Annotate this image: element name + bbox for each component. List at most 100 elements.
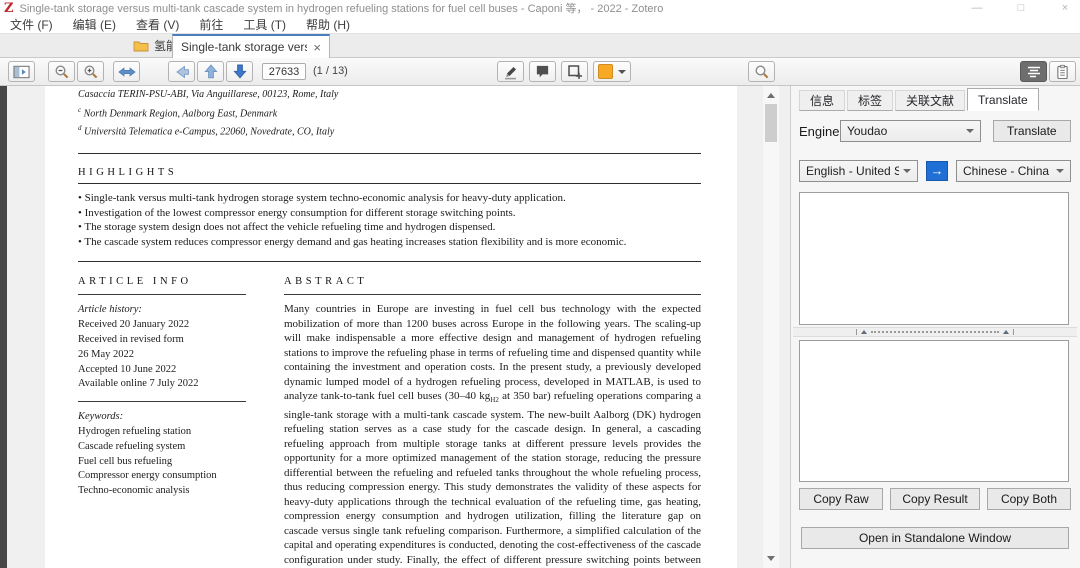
zoom-out-button[interactable] bbox=[48, 61, 75, 82]
tab-close-icon[interactable]: × bbox=[313, 40, 321, 55]
article-info-heading: ARTICLE INFO bbox=[78, 275, 246, 290]
annotation-color-button[interactable] bbox=[593, 61, 631, 82]
raw-text-area[interactable] bbox=[799, 192, 1069, 325]
highlight-bullet: The cascade system reduces compressor en… bbox=[78, 235, 701, 250]
menu-go[interactable]: 前往 bbox=[189, 16, 233, 33]
tab-tags[interactable]: 标签 bbox=[847, 90, 893, 111]
pdf-page: Casaccia TERIN-PSU-ABI, Via Anguillarese… bbox=[45, 86, 737, 568]
main-content: Casaccia TERIN-PSU-ABI, Via Anguillarese… bbox=[0, 86, 1080, 568]
highlight-bullet: Single-tank versus multi-tank hydrogen s… bbox=[78, 191, 701, 206]
result-text-area[interactable] bbox=[799, 340, 1069, 482]
page-status: (1 / 13) bbox=[313, 65, 348, 77]
context-pane-toggle-button[interactable] bbox=[1049, 61, 1076, 82]
highlight-bullet: The storage system design does not affec… bbox=[78, 220, 701, 235]
toggle-sidebar-button[interactable] bbox=[8, 61, 35, 82]
previous-page-button[interactable] bbox=[197, 61, 224, 82]
zoom-out-icon bbox=[54, 64, 70, 80]
abstract-text: Many countries in Europe are investing i… bbox=[284, 302, 701, 568]
article-info-column: ARTICLE INFO Article history: Received 2… bbox=[78, 275, 246, 568]
keyword-line: Cascade refueling system bbox=[78, 440, 246, 455]
tab-info[interactable]: 信息 bbox=[799, 90, 845, 111]
note-tool-button[interactable] bbox=[529, 61, 556, 82]
zoom-in-icon bbox=[83, 64, 99, 80]
scroll-up-button[interactable] bbox=[763, 88, 779, 103]
zoom-page-width-button[interactable] bbox=[113, 61, 140, 82]
title-bar: Z Single-tank storage versus multi-tank … bbox=[0, 0, 1080, 16]
source-language-value: English - United St... bbox=[806, 164, 899, 178]
divider bbox=[78, 153, 701, 154]
menu-view[interactable]: 查看 (V) bbox=[126, 16, 189, 33]
tab-reader-label: Single-tank storage vers... bbox=[181, 40, 307, 54]
context-panel-tabs: 信息 标签 关联文献 Translate bbox=[799, 88, 1041, 111]
tab-translate[interactable]: Translate bbox=[967, 88, 1039, 111]
menu-file[interactable]: 文件 (F) bbox=[0, 16, 63, 33]
zotero-logo-icon: Z bbox=[4, 2, 14, 15]
keyword-line: Fuel cell bus refueling bbox=[78, 455, 246, 470]
close-button[interactable]: × bbox=[1058, 2, 1072, 14]
triangle-up-icon bbox=[767, 93, 775, 98]
search-icon bbox=[754, 64, 770, 80]
zoom-in-button[interactable] bbox=[77, 61, 104, 82]
keyword-line: Compressor energy consumption bbox=[78, 469, 246, 484]
divider bbox=[78, 261, 701, 262]
minimize-button[interactable]: — bbox=[970, 2, 984, 14]
clipboard-icon bbox=[1056, 64, 1069, 80]
engine-select-value: Youdao bbox=[847, 124, 962, 138]
history-line: Available online 7 July 2022 bbox=[78, 377, 246, 392]
annotations-list-icon bbox=[1026, 66, 1042, 78]
arrow-up-icon bbox=[204, 64, 218, 79]
open-standalone-window-button[interactable]: Open in Standalone Window bbox=[801, 527, 1069, 549]
menu-tools[interactable]: 工具 (T) bbox=[233, 16, 296, 33]
panel-splitter[interactable] bbox=[793, 327, 1077, 337]
divider bbox=[284, 294, 701, 295]
tab-related[interactable]: 关联文献 bbox=[895, 90, 965, 111]
next-page-button[interactable] bbox=[226, 61, 253, 82]
history-line: Received 20 January 2022 bbox=[78, 318, 246, 333]
translate-button[interactable]: Translate bbox=[993, 120, 1071, 142]
divider bbox=[78, 294, 246, 295]
scroll-down-button[interactable] bbox=[763, 551, 779, 566]
pdf-scrollbar[interactable] bbox=[763, 86, 779, 568]
copy-both-button[interactable]: Copy Both bbox=[987, 488, 1071, 510]
keyword-line: Techno-economic analysis bbox=[78, 484, 246, 499]
tab-reader[interactable]: Single-tank storage vers... × bbox=[172, 34, 330, 58]
history-line: Received in revised form bbox=[78, 333, 246, 348]
chevron-down-icon bbox=[966, 129, 974, 133]
target-language-select[interactable]: Chinese - China bbox=[956, 160, 1071, 182]
divider bbox=[78, 183, 701, 184]
chevron-down-icon bbox=[1056, 169, 1064, 173]
splitter-grip-icon bbox=[856, 329, 1014, 335]
engine-label: Engine bbox=[799, 124, 840, 139]
engine-row: Engine Youdao Translate bbox=[799, 120, 1071, 142]
affiliation-line: d Università Telematica e-Campus, 22060,… bbox=[78, 121, 701, 140]
area-select-tool-button[interactable] bbox=[561, 61, 588, 82]
context-panel: 信息 标签 关联文献 Translate Engine Youdao Trans… bbox=[790, 86, 1080, 568]
navigate-back-button[interactable] bbox=[168, 61, 195, 82]
highlight-tool-button[interactable] bbox=[497, 61, 524, 82]
maximize-button[interactable]: □ bbox=[1014, 2, 1028, 14]
target-language-value: Chinese - China bbox=[963, 164, 1052, 178]
sidebar-panel-icon bbox=[13, 65, 30, 79]
color-swatch-yellow bbox=[598, 64, 613, 79]
find-in-document-button[interactable] bbox=[748, 61, 775, 82]
abstract-heading: ABSTRACT bbox=[284, 275, 701, 290]
keywords-label: Keywords: bbox=[78, 410, 246, 425]
engine-select[interactable]: Youdao bbox=[840, 120, 981, 142]
history-line: 26 May 2022 bbox=[78, 348, 246, 363]
copy-result-button[interactable]: Copy Result bbox=[890, 488, 980, 510]
article-history-label: Article history: bbox=[78, 303, 246, 318]
pdf-viewer: Casaccia TERIN-PSU-ABI, Via Anguillarese… bbox=[0, 86, 790, 568]
scrollbar-thumb[interactable] bbox=[765, 104, 777, 142]
triangle-down-icon bbox=[767, 556, 775, 561]
fit-width-icon bbox=[118, 66, 136, 78]
copy-raw-button[interactable]: Copy Raw bbox=[799, 488, 883, 510]
copy-buttons-row: Copy Raw Copy Result Copy Both bbox=[799, 488, 1071, 510]
divider bbox=[78, 401, 246, 402]
menu-help[interactable]: 帮助 (H) bbox=[296, 16, 360, 33]
keyword-line: Hydrogen refueling station bbox=[78, 425, 246, 440]
source-language-select[interactable]: English - United St... bbox=[799, 160, 918, 182]
page-number-input[interactable] bbox=[262, 63, 306, 80]
swap-direction-button[interactable]: → bbox=[926, 161, 948, 181]
annotations-panel-toggle-button[interactable] bbox=[1020, 61, 1047, 82]
menu-edit[interactable]: 编辑 (E) bbox=[63, 16, 126, 33]
